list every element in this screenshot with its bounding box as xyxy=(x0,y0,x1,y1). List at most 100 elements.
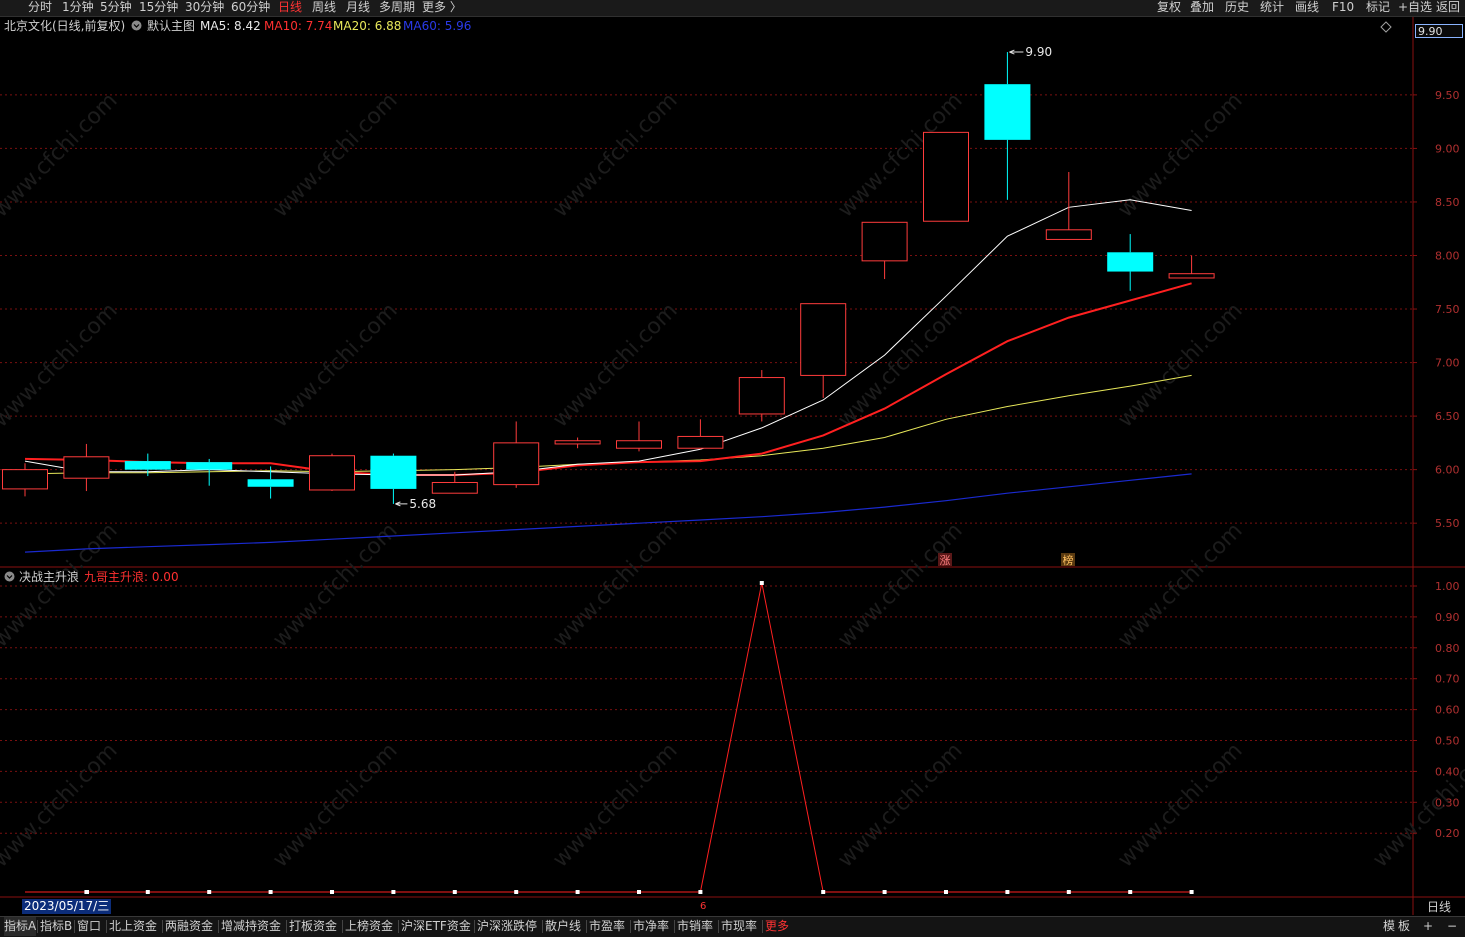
indicator-tab-0[interactable]: 指标A xyxy=(4,917,37,936)
watermark-text: www.cfchi.com xyxy=(548,738,682,872)
watermark-text: www.cfchi.com xyxy=(1113,738,1247,872)
period-tab-4[interactable]: 30分钟 xyxy=(185,0,224,16)
period-tab-8[interactable]: 月线 xyxy=(346,0,370,16)
indicator-tab-8[interactable]: 沪深ETF资金 xyxy=(401,917,471,936)
date-marker: 6 xyxy=(700,901,707,912)
indicator-tab-11[interactable]: 市盈率 xyxy=(589,917,625,936)
period-tab-5[interactable]: 60分钟 xyxy=(231,0,270,16)
tab-separator xyxy=(674,920,675,933)
template-label[interactable]: 默认主图 xyxy=(147,18,195,34)
watermark-text: www.cfchi.com xyxy=(0,298,123,432)
bottom-right-button-0[interactable]: 模 xyxy=(1383,917,1395,936)
toolbar-button-0[interactable]: 复权 xyxy=(1157,0,1181,16)
candle-body xyxy=(1045,229,1092,240)
toolbar-button-7[interactable]: +自选 xyxy=(1398,0,1432,16)
bottom-right-button-2[interactable]: + xyxy=(1423,917,1433,936)
indicator-tick-label: 0.60 xyxy=(1435,704,1460,717)
ma10-label: MA10: 7.74 xyxy=(264,19,333,33)
period-tab-0[interactable]: 分时 xyxy=(28,0,52,16)
indicator-point xyxy=(1005,890,1010,894)
indicator-value: 九哥主升浪: 0.00 xyxy=(84,570,179,584)
period-tab-10[interactable]: 更多 〉 xyxy=(422,0,462,16)
high-price-label: 9.90 xyxy=(1025,45,1052,59)
period-tab-9[interactable]: 多周期 xyxy=(379,0,415,16)
toolbar-button-1[interactable]: 叠加 xyxy=(1190,0,1214,16)
indicator-point xyxy=(330,890,334,894)
bottom-right-button-3[interactable]: − xyxy=(1447,917,1457,936)
candle-body xyxy=(2,469,48,490)
candle-body xyxy=(984,84,1031,140)
toolbar-button-8[interactable]: 返回 xyxy=(1436,0,1460,16)
watermark-text: www.cfchi.com xyxy=(268,298,402,432)
toolbar-button-5[interactable]: F10 xyxy=(1332,0,1354,16)
toolbar-button-3[interactable]: 统计 xyxy=(1260,0,1284,16)
stock-title[interactable]: 北京文化(日线,前复权) xyxy=(4,18,125,34)
toolbar-button-4[interactable]: 画线 xyxy=(1295,0,1319,16)
tab-separator xyxy=(474,920,475,933)
ma60-label: MA60: 5.96 xyxy=(403,19,472,33)
indicator-tab-6[interactable]: 打板资金 xyxy=(289,917,337,936)
indicator-tab-1[interactable]: 指标B xyxy=(40,917,72,936)
indicator-tab-9[interactable]: 沪深涨跌停 xyxy=(477,917,537,936)
indicator-tab-bar: 指标A 指标B 窗口 北上资金 两融资金 增减持资金 打板资金 上榜资金 沪深ETF资金 沪深涨跌… xyxy=(0,916,1465,937)
tab-separator xyxy=(718,920,719,933)
indicator-point xyxy=(514,890,519,894)
indicator-tick-label: 0.70 xyxy=(1435,673,1460,686)
indicator-point xyxy=(637,890,641,894)
price-tick-label: 6.50 xyxy=(1435,410,1460,423)
candle-body xyxy=(431,481,478,494)
candle-body xyxy=(186,462,233,470)
candle-body xyxy=(493,442,540,486)
indicator-tab-15[interactable]: 更多 xyxy=(765,917,789,936)
watermark-text: www.cfchi.com xyxy=(833,298,967,432)
watermark-text: www.cfchi.com xyxy=(833,518,967,652)
bang-marker: 榜 xyxy=(1063,553,1074,567)
tab-separator xyxy=(162,920,163,933)
indicator-tick-label: 0.80 xyxy=(1435,642,1460,655)
indicator-tab-3[interactable]: 北上资金 xyxy=(109,917,157,936)
price-tick-label: 7.00 xyxy=(1435,357,1460,370)
candle-body xyxy=(677,435,724,449)
chart-canvas[interactable]: 9.50 9.00 8.50 8.00 7.50 7.00 6.50 6.00 5.50 www.… xyxy=(0,0,1465,936)
price-tick-label: 6.00 xyxy=(1435,464,1460,477)
indicator-tab-13[interactable]: 市销率 xyxy=(677,917,713,936)
period-tab-7[interactable]: 周线 xyxy=(312,0,336,16)
period-tab-1[interactable]: 1分钟 xyxy=(62,0,94,16)
indicator-point xyxy=(882,890,887,894)
bottom-right-button-1[interactable]: 板 xyxy=(1398,917,1410,936)
candle-body xyxy=(124,461,171,470)
indicator-name[interactable]: 决战主升浪 xyxy=(19,569,79,585)
low-price-label: 5.68 xyxy=(409,497,436,511)
indicator-tab-2[interactable]: 窗口 xyxy=(77,917,101,936)
toolbar-button-6[interactable]: 标记 xyxy=(1366,0,1390,16)
price-tick-label: 7.50 xyxy=(1435,303,1460,316)
indicator-tick-label: 0.20 xyxy=(1435,827,1460,840)
price-tick-label: 9.50 xyxy=(1435,89,1460,102)
indicator-point xyxy=(207,890,212,894)
candle-body xyxy=(247,479,294,487)
indicator-tab-4[interactable]: 两融资金 xyxy=(165,917,213,936)
candle-body xyxy=(800,303,847,376)
indicator-tab-10[interactable]: 散户线 xyxy=(545,917,581,936)
indicator-tab-12[interactable]: 市净率 xyxy=(633,917,669,936)
template-dot-icon[interactable] xyxy=(131,18,142,34)
candle-body xyxy=(1168,273,1215,279)
period-tab-2[interactable]: 5分钟 xyxy=(100,0,132,16)
indicator-point xyxy=(85,890,89,894)
zhang-marker: 涨 xyxy=(940,554,951,567)
indicator-line xyxy=(25,582,1192,893)
period-tab-3[interactable]: 15分钟 xyxy=(139,0,178,16)
candle-body xyxy=(63,456,110,479)
price-tick-label: 8.50 xyxy=(1435,196,1460,209)
indicator-point xyxy=(575,890,580,894)
indicator-tab-7[interactable]: 上榜资金 xyxy=(345,917,393,936)
indicator-tab-5[interactable]: 增减持资金 xyxy=(221,917,281,936)
indicator-dot-icon[interactable] xyxy=(4,569,15,585)
diamond-icon xyxy=(1380,21,1392,33)
toolbar-button-2[interactable]: 历史 xyxy=(1225,0,1249,16)
indicator-tab-14[interactable]: 市现率 xyxy=(721,917,757,936)
period-tab-6[interactable]: 日线 xyxy=(278,0,302,16)
candle-body xyxy=(309,455,355,491)
ma60-line xyxy=(24,473,1192,553)
date-cursor: 2023/05/17/三 xyxy=(22,899,112,914)
